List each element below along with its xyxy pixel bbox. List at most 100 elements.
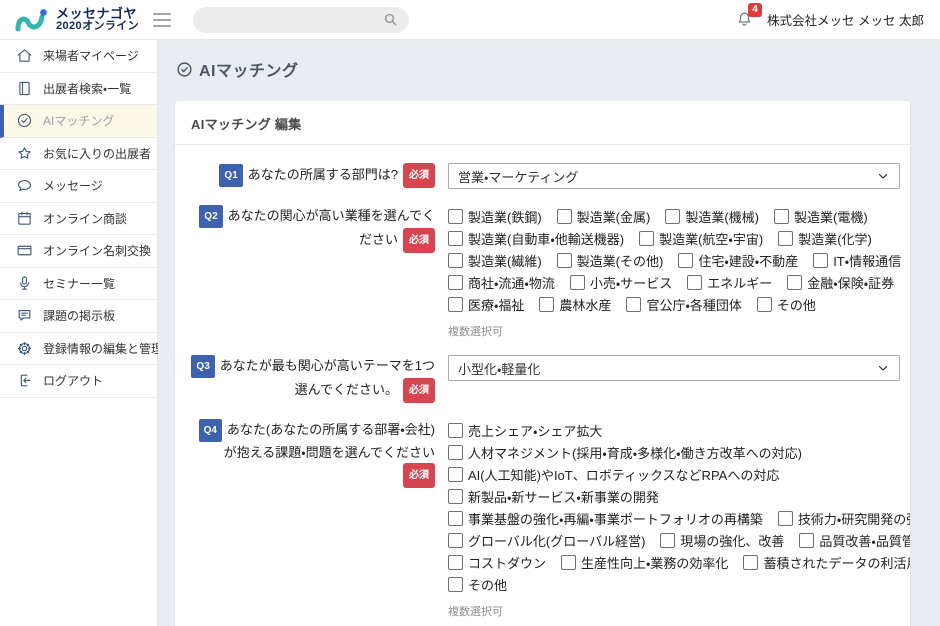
checkbox-option[interactable]: 官公庁・各種団体 bbox=[626, 295, 741, 314]
checkbox-option[interactable]: 住宅・建設・不動産 bbox=[678, 251, 798, 270]
brand-logo[interactable]: メッセナゴヤ 2020オンライン bbox=[14, 6, 139, 34]
checkbox[interactable] bbox=[557, 209, 572, 224]
checkbox[interactable] bbox=[570, 275, 585, 290]
checkbox-option[interactable]: 蓄積されたデータの利活用 bbox=[743, 553, 910, 572]
checkbox-option[interactable]: 新製品・新サービス・新事業の開発 bbox=[448, 487, 659, 506]
checkbox-option[interactable]: 農林水産 bbox=[539, 295, 611, 314]
checkbox[interactable] bbox=[757, 297, 772, 312]
sidebar-item-account-settings[interactable]: 登録情報の編集と管理 bbox=[0, 333, 157, 366]
checkbox-option[interactable]: 品質改善・品質管理 bbox=[799, 531, 910, 550]
ai-matching-form: Q1あなたの所属する部門は?必須 営業・マーケティング Q2あなたの関心が高い業… bbox=[191, 145, 900, 619]
checkbox-option[interactable]: エネルギー bbox=[687, 273, 772, 292]
sidebar-item-card-exchange[interactable]: オンライン名刺交換 bbox=[0, 235, 157, 268]
sidebar-item-mypage[interactable]: 来場者マイページ bbox=[0, 40, 157, 73]
sidebar-item-ai-matching[interactable]: AIマッチング bbox=[0, 105, 157, 138]
q1-department-select[interactable]: 営業・マーケティング bbox=[448, 163, 900, 189]
checkbox-option[interactable]: 売上シェア・シェア拡大 bbox=[448, 421, 602, 440]
checkbox[interactable] bbox=[639, 231, 654, 246]
sidebar-item-label: 登録情報の編集と管理 bbox=[43, 340, 163, 357]
business-card-icon bbox=[16, 242, 33, 259]
checkbox-option[interactable]: 製造業(航空・宇宙) bbox=[639, 229, 763, 248]
checkbox-label: 製造業(電機) bbox=[794, 207, 868, 226]
checkbox-option[interactable]: グローバル化(グローバル経営) bbox=[448, 531, 645, 550]
checkbox-option[interactable]: IT・情報通信 bbox=[813, 251, 901, 270]
checkbox[interactable] bbox=[743, 555, 758, 570]
checkbox-label: 製造業(金属) bbox=[577, 207, 651, 226]
checkbox-label: グローバル化(グローバル経営) bbox=[468, 531, 645, 550]
sidebar-item-favorites[interactable]: お気に入りの出展者 bbox=[0, 138, 157, 171]
checkbox[interactable] bbox=[448, 209, 463, 224]
checkbox-label: 人材マネジメント(採用・育成・多様化・働き方改革への対応) bbox=[468, 443, 802, 462]
sidebar-item-logout[interactable]: ログアウト bbox=[0, 365, 157, 398]
checkbox[interactable] bbox=[448, 423, 463, 438]
checkbox-option[interactable]: 人材マネジメント(採用・育成・多様化・働き方改革への対応) bbox=[448, 443, 802, 462]
checkbox-option[interactable]: 製造業(電機) bbox=[774, 207, 868, 226]
q3-label: Q3あなたが最も関心が高いテーマを1つ選んでください。必須 bbox=[191, 355, 435, 403]
checkbox-option[interactable]: コストダウン bbox=[448, 553, 546, 572]
hamburger-menu-icon[interactable] bbox=[153, 13, 171, 27]
checkbox[interactable] bbox=[448, 253, 463, 268]
sidebar-item-seminars[interactable]: セミナー一覧 bbox=[0, 268, 157, 301]
checkbox[interactable] bbox=[687, 275, 702, 290]
header-right: 4 株式会社メッセ メッセ 太郎 bbox=[735, 9, 924, 31]
notifications-button[interactable]: 4 bbox=[735, 9, 755, 31]
q4-label: Q4あなた(あなたの所属する部署・会社)が抱える課題・問題を選んでください必須 bbox=[191, 419, 435, 619]
checkbox[interactable] bbox=[787, 275, 802, 290]
sidebar-item-exhibitor-search[interactable]: 出展者検索・一覧 bbox=[0, 73, 157, 106]
checkbox[interactable] bbox=[448, 231, 463, 246]
checkbox[interactable] bbox=[774, 209, 789, 224]
checkbox[interactable] bbox=[799, 533, 814, 548]
checkbox-option[interactable]: その他 bbox=[448, 575, 507, 594]
checkbox[interactable] bbox=[448, 297, 463, 312]
sidebar-item-online-meeting[interactable]: オンライン商談 bbox=[0, 203, 157, 236]
sidebar-item-issue-board[interactable]: 課題の掲示板 bbox=[0, 300, 157, 333]
checkbox[interactable] bbox=[778, 231, 793, 246]
checkbox-option[interactable]: 製造業(鉄鋼) bbox=[448, 207, 542, 226]
sidebar-item-messages[interactable]: メッセージ bbox=[0, 170, 157, 203]
search-box[interactable] bbox=[193, 7, 409, 33]
checkbox-option[interactable]: 製造業(機械) bbox=[665, 207, 759, 226]
checkbox[interactable] bbox=[448, 511, 463, 526]
checkbox[interactable] bbox=[660, 533, 675, 548]
checkbox-option[interactable]: 製造業(化学) bbox=[778, 229, 872, 248]
checkbox-option[interactable]: 小売・サービス bbox=[570, 273, 672, 292]
checkbox-option[interactable]: 製造業(その他) bbox=[557, 251, 664, 270]
checkbox[interactable] bbox=[448, 577, 463, 592]
checkbox-option[interactable]: 医療・福祉 bbox=[448, 295, 524, 314]
search-icon[interactable] bbox=[382, 11, 399, 28]
page-title-text: AIマッチング bbox=[199, 57, 299, 81]
checkbox[interactable] bbox=[626, 297, 641, 312]
checkbox[interactable] bbox=[448, 275, 463, 290]
checkbox-option[interactable]: 商社・流通・物流 bbox=[448, 273, 555, 292]
checkbox-label: 現場の強化、改善 bbox=[680, 531, 784, 550]
checkbox[interactable] bbox=[448, 467, 463, 482]
checkbox-option[interactable]: 金融・保険・証券 bbox=[787, 273, 894, 292]
checkbox-option[interactable]: 生産性向上・業務の効率化 bbox=[561, 553, 728, 572]
checkbox[interactable] bbox=[778, 511, 793, 526]
checkbox-option[interactable]: 製造業(繊維) bbox=[448, 251, 542, 270]
notification-count-badge: 4 bbox=[748, 3, 762, 17]
search-input[interactable] bbox=[203, 12, 382, 28]
q3-theme-select[interactable]: 小型化・軽量化 bbox=[448, 355, 900, 381]
checkbox[interactable] bbox=[678, 253, 693, 268]
checkbox-label: 製造業(鉄鋼) bbox=[468, 207, 542, 226]
checkbox[interactable] bbox=[448, 445, 463, 460]
checkbox-option[interactable]: 事業基盤の強化・再編・事業ポートフォリオの再構築 bbox=[448, 509, 763, 528]
checkbox-option[interactable]: 製造業(金属) bbox=[557, 207, 651, 226]
checkbox[interactable] bbox=[539, 297, 554, 312]
checkbox-option[interactable]: 現場の強化、改善 bbox=[660, 531, 784, 550]
user-name[interactable]: 株式会社メッセ メッセ 太郎 bbox=[767, 10, 924, 29]
checkbox[interactable] bbox=[448, 533, 463, 548]
checkbox-option[interactable]: 技術力・研究開発の強化 bbox=[778, 509, 910, 528]
checkbox[interactable] bbox=[448, 489, 463, 504]
checkbox-option[interactable]: その他 bbox=[757, 295, 816, 314]
checkbox[interactable] bbox=[561, 555, 576, 570]
checkbox[interactable] bbox=[665, 209, 680, 224]
checkbox[interactable] bbox=[448, 555, 463, 570]
checkbox[interactable] bbox=[557, 253, 572, 268]
checkbox-option[interactable]: 製造業(自動車・他輸送機器) bbox=[448, 229, 624, 248]
checkbox[interactable] bbox=[813, 253, 828, 268]
calendar-icon bbox=[16, 210, 33, 227]
checkbox-option[interactable]: AI(人工知能)やIoT、ロボティックスなどRPAへの対応 bbox=[448, 465, 779, 484]
checkbox-label: コストダウン bbox=[468, 553, 546, 572]
